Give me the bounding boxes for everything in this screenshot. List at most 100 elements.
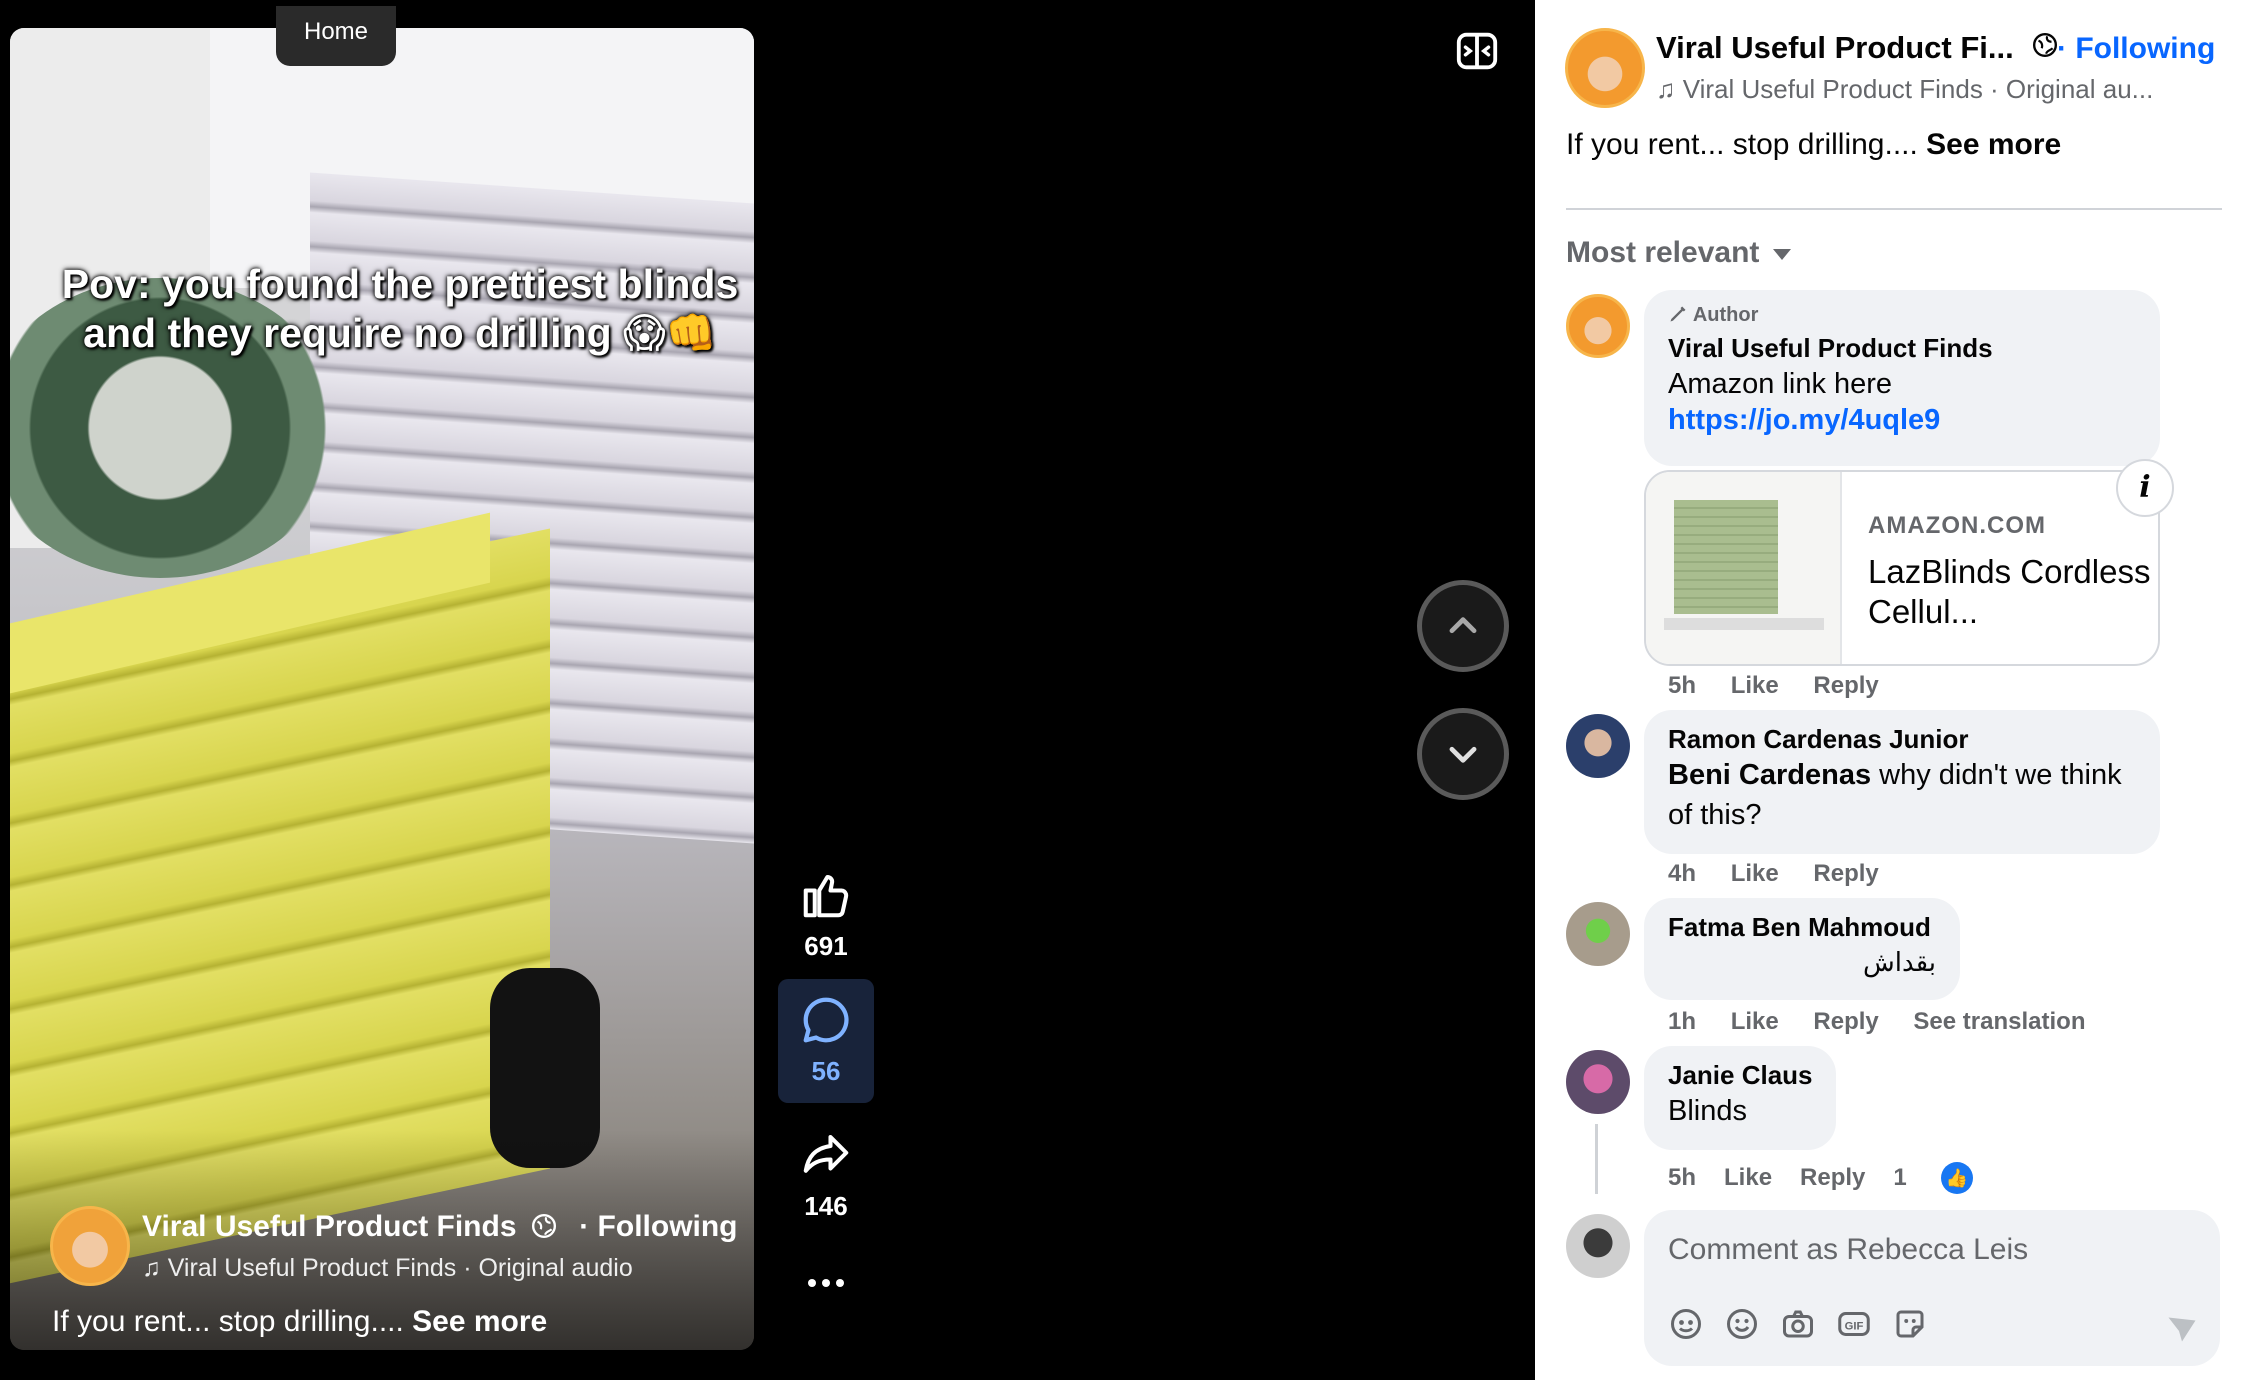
divider (1566, 208, 2222, 210)
comment-avatar[interactable] (1566, 714, 1630, 778)
comment-avatar[interactable] (1566, 294, 1630, 358)
home-tooltip: Home (276, 6, 396, 66)
comment-link[interactable]: https://jo.my/4uqle9 (1668, 404, 2136, 437)
comment-input[interactable] (1668, 1228, 2188, 1272)
page-name-link[interactable]: Viral Useful Product Fi... (1656, 30, 2014, 65)
panel-toggle-icon (1456, 32, 1498, 70)
reel-video[interactable]: Pov: you found the prettiest blinds and … (10, 28, 754, 1350)
author-name-link[interactable]: Viral Useful Product Finds (142, 1210, 517, 1243)
mention-link[interactable]: Beni Cardenas (1668, 759, 1871, 791)
comment-action[interactable]: 56 (778, 979, 874, 1103)
comment-text: Beni Cardenas why didn't we think of thi… (1668, 755, 2136, 835)
thumbnail-blind (1674, 500, 1778, 614)
like-comment-button[interactable]: Like (1731, 860, 1779, 887)
reply-button[interactable]: Reply (1813, 860, 1878, 887)
see-more-link[interactable]: See more (1926, 128, 2061, 161)
link-title: LazBlinds Cordless Cellul... (1868, 553, 2151, 630)
audio-label: Viral Useful Product Finds · Original au… (167, 1254, 633, 1282)
gif-icon[interactable]: GIF (1836, 1306, 1872, 1342)
author-avatar[interactable] (50, 1206, 130, 1286)
description-text: If you rent... stop drilling.... (1566, 128, 1918, 161)
comment-time: 1h (1668, 1008, 1697, 1035)
like-comment-button[interactable]: Like (1724, 1164, 1772, 1192)
globe-icon (531, 1213, 556, 1239)
comment-meta: 1h Like Reply See translation (1668, 1008, 2113, 1036)
thumbnail-sill (1664, 618, 1824, 630)
more-options-button[interactable] (778, 1268, 874, 1303)
music-icon: ♫ (1656, 74, 1676, 104)
comment-time: 4h (1668, 860, 1697, 887)
like-comment-button[interactable]: Like (1731, 1008, 1779, 1035)
comment-meta: 4h Like Reply (1668, 860, 1907, 888)
share-action[interactable]: 146 (778, 1128, 874, 1222)
author-badge-label: Author (1692, 304, 1759, 326)
product-thumbnail (1646, 472, 1842, 664)
video-description: If you rent... stop drilling.... See mor… (52, 1305, 547, 1339)
commenter-name[interactable]: Ramon Cardenas Junior (1668, 724, 2136, 755)
comment-text: Blinds (1668, 1095, 1747, 1127)
current-user-avatar[interactable] (1566, 1214, 1630, 1278)
share-count: 146 (804, 1191, 848, 1221)
author-row: Viral Useful Product Finds · Following (142, 1210, 738, 1244)
like-count: 691 (804, 931, 848, 961)
see-translation-button[interactable]: See translation (1913, 1008, 2085, 1035)
following-button[interactable]: · Following (579, 1210, 737, 1243)
reply-button[interactable]: Reply (1813, 672, 1878, 699)
comments-panel: Viral Useful Product Fi... · Following ♫… (1535, 0, 2252, 1380)
page-name-row: Viral Useful Product Fi... (1656, 30, 2058, 66)
comment-icon (803, 997, 849, 1043)
comment-meta: 5h Like Reply 1 👍 (1668, 1162, 2029, 1194)
share-icon (803, 1134, 849, 1173)
comment-sort-dropdown[interactable]: Most relevant (1566, 236, 1792, 270)
send-icon[interactable] (2164, 1310, 2200, 1346)
video-caption: Pov: you found the prettiest blinds and … (61, 261, 739, 356)
more-icon (808, 1279, 844, 1287)
comment-text: Amazon link here (1668, 368, 1893, 400)
comment-text: بقداش (1863, 948, 1936, 978)
globe-icon (2033, 32, 2058, 58)
following-button[interactable]: · Following (2057, 32, 2215, 66)
comment-bubble: Author Viral Useful Product Finds Amazon… (1644, 290, 2160, 466)
comment-bubble: Ramon Cardenas Junior Beni Cardenas why … (1644, 710, 2160, 854)
comment-time: 5h (1668, 1164, 1697, 1191)
comment-meta: 5h Like Reply (1668, 672, 1907, 700)
reaction-count: 1 (1893, 1164, 1907, 1191)
audio-label: Viral Useful Product Finds · Original au… (1682, 74, 2154, 104)
page-avatar[interactable] (1565, 28, 1645, 108)
info-icon[interactable]: i (2116, 459, 2174, 517)
comment-count: 56 (811, 1056, 841, 1086)
link-preview-card[interactable]: AMAZON.COM LazBlinds Cordless Cellul... (1644, 470, 2160, 666)
reaction-summary[interactable]: 1 👍 (1893, 1162, 2000, 1194)
reply-button[interactable]: Reply (1800, 1164, 1865, 1192)
music-icon: ♫ (142, 1254, 161, 1282)
video-stage: Pov: you found the prettiest blinds and … (0, 0, 1535, 1380)
reply-button[interactable]: Reply (1813, 1008, 1878, 1035)
toggle-comments-panel-button[interactable] (1454, 28, 1500, 74)
see-more-link[interactable]: See more (412, 1305, 547, 1338)
audio-row[interactable]: ♫ Viral Useful Product Finds · Original … (1656, 74, 2153, 105)
emoji-icon[interactable] (1724, 1306, 1760, 1342)
thread-line (1595, 1124, 1598, 1194)
next-video-button[interactable] (1417, 708, 1509, 800)
like-action[interactable]: 691 (778, 868, 874, 962)
comment-composer: GIF (1644, 1210, 2220, 1366)
chevron-down-icon (1449, 746, 1477, 763)
svg-text:GIF: GIF (1845, 1320, 1864, 1332)
camera-icon[interactable] (1780, 1306, 1816, 1342)
commenter-name[interactable]: Viral Useful Product Finds (1668, 333, 2136, 364)
link-site: AMAZON.COM (1868, 512, 2046, 539)
description-text: If you rent... stop drilling.... (52, 1305, 404, 1338)
sticker-icon[interactable] (1892, 1306, 1928, 1342)
pencil-icon (1670, 306, 1686, 322)
audio-row[interactable]: ♫ Viral Useful Product Finds · Original … (142, 1254, 633, 1283)
comment-avatar[interactable] (1566, 902, 1630, 966)
like-comment-button[interactable]: Like (1731, 672, 1779, 699)
chevron-up-icon (1449, 617, 1477, 634)
comment-avatar[interactable] (1566, 1050, 1630, 1114)
previous-video-button[interactable] (1417, 580, 1509, 672)
like-icon (803, 874, 849, 918)
commenter-name[interactable]: Janie Claus (1668, 1060, 1813, 1091)
avatar-icon[interactable] (1668, 1306, 1704, 1342)
commenter-name[interactable]: Fatma Ben Mahmoud (1668, 912, 1936, 943)
comment-bubble: Janie Claus Blinds (1644, 1046, 1836, 1150)
